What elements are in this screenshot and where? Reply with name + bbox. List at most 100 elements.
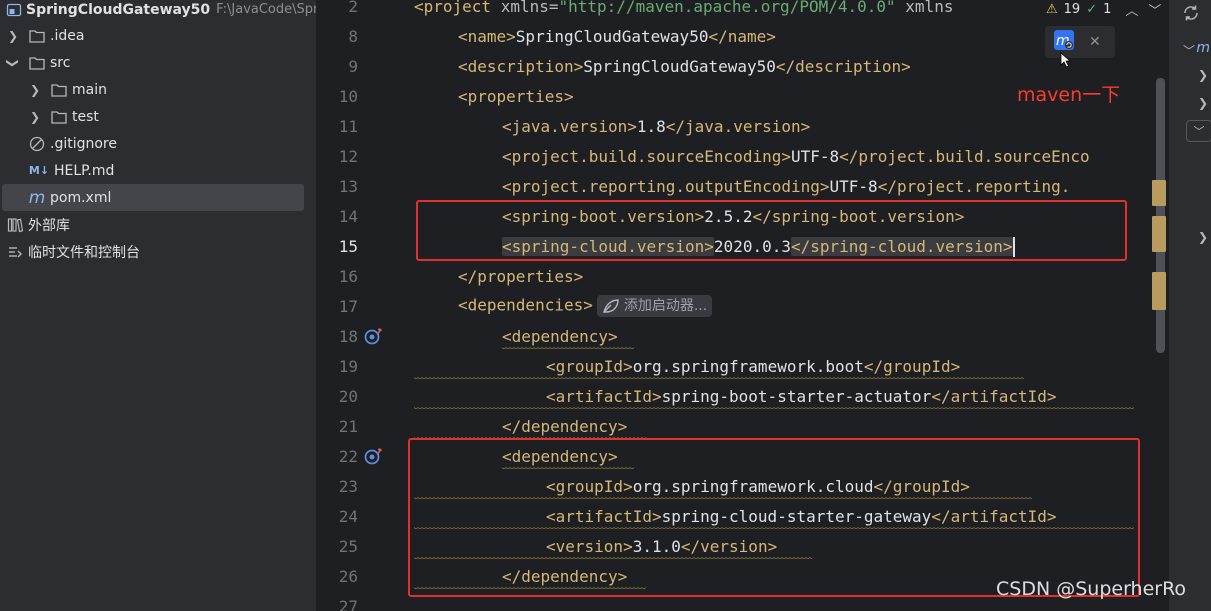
folder-icon	[50, 108, 68, 126]
line-number: 2	[348, 0, 358, 16]
line-number: 23	[338, 477, 358, 496]
chevron-down-icon[interactable]: ﹀	[1169, 42, 1211, 59]
folder-icon	[50, 81, 68, 99]
maven-file-icon: m	[28, 187, 46, 208]
tree-item-scratches[interactable]: 临时文件和控制台	[0, 238, 316, 265]
maven-reload-popup: m ✕	[1045, 26, 1115, 58]
code-line-18: <dependency>	[502, 327, 618, 346]
chevron-down-icon[interactable]: ❯	[6, 56, 20, 70]
inspection-widget[interactable]: ⚠ 19 ✓ 1 ︿ ﹀	[1040, 0, 1168, 19]
markdown-icon: M↓	[28, 164, 50, 177]
mouse-pointer-icon	[1060, 52, 1072, 68]
code-line-11: <java.version>1.8</java.version>	[502, 117, 811, 136]
warning-squiggle	[414, 406, 1134, 410]
add-starters-hint[interactable]: 添加启动器...	[596, 295, 713, 317]
tree-item-idea[interactable]: ❯ .idea	[0, 22, 316, 49]
code-line-20: <artifactId>spring-boot-starter-actuator…	[546, 387, 1057, 406]
line-number: 25	[338, 537, 358, 556]
right-tool-strip: m ﹀ ❯ ❯ ﹀ ❯	[1168, 0, 1211, 611]
tree-item-gitignore[interactable]: .gitignore	[0, 130, 316, 157]
line-number: 22	[338, 447, 358, 466]
project-root-name: SpringCloudGateway50	[26, 1, 211, 18]
tree-item-label: main	[72, 81, 107, 98]
library-icon	[6, 216, 24, 234]
module-icon	[6, 1, 22, 19]
code-line-9: <description>SpringCloudGateway50</descr…	[458, 57, 911, 76]
tree-item-label: src	[50, 54, 71, 71]
tree-item-src[interactable]: ❯ src	[0, 49, 316, 76]
editor-gutter[interactable]: 2 8 9 10 11 12 13 14 15 16 17 18 19 20 2…	[316, 0, 435, 611]
add-starters-label: 添加启动器...	[623, 298, 708, 314]
line-number: 26	[338, 567, 358, 586]
line-number: 14	[338, 207, 358, 226]
line-number: 10	[338, 87, 358, 106]
dropdown-box[interactable]: ﹀	[1169, 120, 1211, 142]
line-number: 9	[348, 57, 358, 76]
change-marker[interactable]	[1152, 272, 1166, 310]
code-line-16: </properties>	[458, 267, 584, 286]
warning-icon: ⚠	[1046, 1, 1058, 17]
project-tool-window: SpringCloudGateway50 F:\JavaCode\Spring …	[0, 0, 316, 611]
project-root-path: F:\JavaCode\Spring	[216, 2, 316, 17]
chevron-up-icon[interactable]: ︿	[1125, 0, 1138, 19]
line-number: 13	[338, 177, 358, 196]
code-line-8: <name>SpringCloudGateway50</name>	[458, 27, 776, 46]
watermark: CSDN @SuperherRo	[996, 578, 1187, 600]
starter-icon	[602, 299, 619, 313]
folder-icon	[28, 27, 46, 45]
line-number: 19	[338, 357, 358, 376]
code-line-21: </dependency>	[502, 417, 628, 436]
ok-count: 1	[1103, 1, 1112, 17]
warning-squiggle	[502, 346, 634, 350]
line-number: 11	[338, 117, 358, 136]
warning-count: 19	[1063, 1, 1081, 17]
annotation-note: maven一下	[1017, 84, 1121, 106]
line-number-current: 15	[338, 237, 358, 256]
line-number: 24	[338, 507, 358, 526]
line-number: 16	[338, 267, 358, 286]
line-number: 20	[338, 387, 358, 406]
line-number: 18	[338, 327, 358, 346]
tree-item-root[interactable]: SpringCloudGateway50 F:\JavaCode\Spring	[0, 0, 316, 23]
tree-item-help-md[interactable]: M↓ HELP.md	[0, 157, 316, 184]
tree-item-label: HELP.md	[54, 162, 115, 179]
tree-item-label: test	[72, 108, 99, 125]
code-line-13: <project.reporting.outputEncoding>UTF-8<…	[502, 177, 1071, 196]
chevron-right-icon[interactable]: ❯	[1169, 230, 1211, 244]
code-line-2: <project xmlns="http://maven.apache.org/…	[414, 0, 954, 16]
code-line-17: <dependencies> 添加启动器...	[458, 295, 713, 317]
code-line-12: <project.build.sourceEncoding>UTF-8</pro…	[502, 147, 1090, 166]
warning-squiggle	[414, 376, 1024, 380]
line-number: 17	[338, 297, 358, 316]
chevron-right-icon[interactable]: ❯	[6, 29, 20, 43]
chevron-right-icon[interactable]: ❯	[28, 83, 42, 97]
chevron-right-icon[interactable]: ❯	[28, 110, 42, 124]
sync-icon[interactable]	[1169, 4, 1211, 22]
change-marker[interactable]	[1152, 216, 1166, 252]
tree-item-main[interactable]: ❯ main	[0, 76, 316, 103]
tree-item-label: pom.xml	[50, 189, 112, 206]
close-icon[interactable]: ✕	[1089, 34, 1101, 50]
annotation-box-versions	[416, 200, 1127, 261]
scratches-icon	[6, 243, 24, 261]
chevron-right-icon[interactable]: ❯	[1169, 68, 1211, 82]
line-number: 27	[338, 597, 358, 611]
navigate-dependency-icon[interactable]	[364, 326, 384, 350]
tree-item-test[interactable]: ❯ test	[0, 103, 316, 130]
tree-item-external-libraries[interactable]: 外部库	[0, 211, 316, 238]
chevron-right-icon[interactable]: ❯	[1169, 96, 1211, 110]
chevron-down-icon[interactable]: ﹀	[1148, 0, 1161, 19]
gitignore-icon	[28, 135, 46, 153]
folder-icon	[28, 54, 46, 72]
annotation-box-gateway-dependency	[408, 438, 1140, 597]
check-icon: ✓	[1086, 1, 1098, 17]
tree-item-label: .idea	[50, 27, 85, 44]
line-number: 12	[338, 147, 358, 166]
change-marker[interactable]	[1152, 180, 1166, 206]
chevron-down-icon: ﹀	[1186, 120, 1211, 142]
line-number: 8	[348, 27, 358, 46]
tree-item-label: .gitignore	[50, 135, 117, 152]
navigate-dependency-icon[interactable]	[364, 446, 384, 470]
tree-item-pom-xml[interactable]: m pom.xml	[2, 184, 304, 211]
tree-item-label: 临时文件和控制台	[28, 244, 140, 261]
